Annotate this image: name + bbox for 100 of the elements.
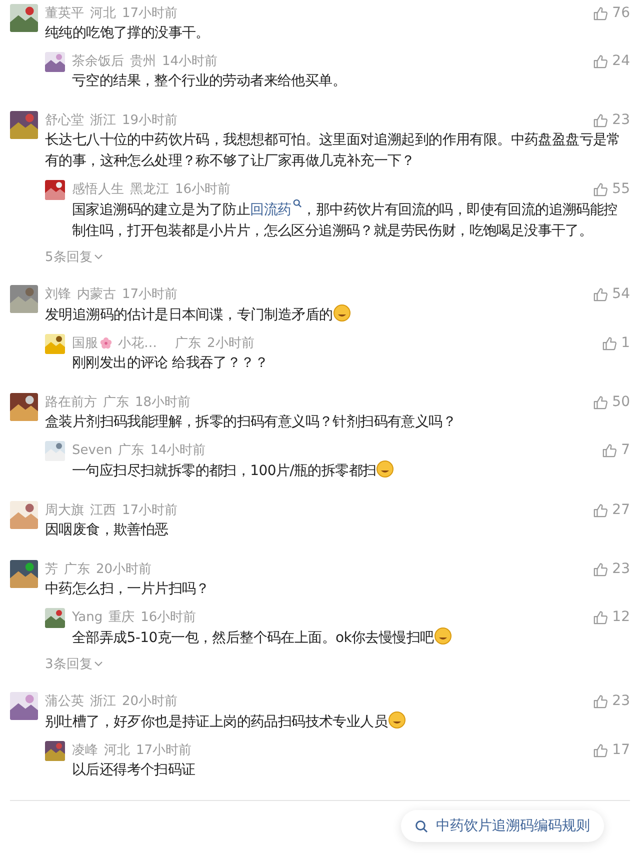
region-label: 贵州 [130, 53, 156, 70]
thumbs-up-icon [593, 182, 608, 196]
timestamp: 16小时前 [175, 181, 231, 198]
avatar [45, 441, 65, 461]
avatar [10, 692, 38, 720]
search-icon [415, 820, 428, 832]
user-name[interactable]: 董英平 [45, 4, 84, 22]
like-button[interactable]: 1 [602, 335, 630, 351]
avatar [10, 4, 38, 32]
like-button[interactable]: 23 [593, 112, 630, 128]
chevron-down-icon [94, 254, 104, 260]
like-button[interactable]: 27 [593, 502, 630, 518]
timestamp: 14小时前 [150, 442, 206, 459]
comment-text: 全部弄成5-10克一包，然后整个码在上面。ok你去慢慢扫吧 [72, 627, 452, 649]
comment-text: 中药怎么扫，一片片扫吗？ [45, 580, 210, 599]
flower-icon [100, 337, 112, 349]
region-label: 浙江 [90, 112, 116, 129]
user-name[interactable]: 蒲公英 [45, 692, 84, 710]
user-name[interactable]: 小花… [118, 334, 157, 352]
user-name[interactable]: 舒心堂 [45, 111, 84, 129]
comment-text: 纯纯的吃饱了撑的没事干。 [45, 24, 210, 43]
more-replies-link[interactable]: 3条回复 [45, 655, 104, 673]
region-label: 河北 [104, 742, 130, 759]
like-button[interactable]: 55 [593, 181, 630, 197]
thumbs-up-icon [593, 112, 608, 128]
search-suggestion[interactable]: 中药饮片追溯码编码规则 [401, 810, 604, 842]
avatar [45, 334, 65, 354]
timestamp: 19小时前 [122, 112, 178, 129]
user-name[interactable]: 国服 [72, 334, 98, 352]
like-button[interactable]: 50 [593, 394, 630, 410]
comment-text: 一句应扫尽扫就拆零的都扫，100片/瓶的拆零都扫 [72, 460, 394, 482]
comment-text: 国家追溯码的建立是为了防止回流药 ，那中药饮片有回流的吗，即使有回流的追溯码能控制住吗，打开包装都是小片片，怎么区分追溯码？就是劳民伤财，吃饱喝足没事干了。 [72, 199, 630, 242]
comment-text: 发明追溯码的估计是日本间谍，专门制造矛盾的 [45, 304, 351, 326]
user-name[interactable]: 芳 [45, 560, 58, 578]
avatar [10, 393, 38, 421]
comment-text: 长达七八十位的中药饮片码，我想想都可怕。这里面对追溯起到的作用有限。中药盘盈盘亏是常有的事，这种怎么处理？称不够了让厂家再做几克补充一下？ [45, 131, 622, 171]
timestamp: 2小时前 [207, 335, 254, 352]
timestamp: 17小时前 [122, 5, 178, 22]
user-name[interactable]: 路在前方 [45, 393, 97, 411]
like-button[interactable]: 17 [593, 742, 630, 758]
user-name[interactable]: 凌峰 [72, 741, 98, 759]
emoji-icon [434, 627, 452, 645]
like-button[interactable]: 24 [593, 53, 630, 69]
thumbs-up-icon [593, 742, 608, 758]
region-label: 内蒙古 [77, 286, 116, 303]
thumbs-up-icon [593, 286, 608, 302]
region-label: 广东 [103, 394, 129, 411]
comment-text: 盒装片剂扫码我能理解，拆零的扫码有意义吗？针剂扫码有意义吗？ [45, 413, 456, 432]
timestamp: 17小时前 [122, 286, 178, 303]
user-name[interactable]: 周大旗 [45, 501, 84, 519]
thumbs-up-icon [593, 502, 608, 518]
chevron-down-icon [94, 661, 104, 667]
avatar [10, 501, 38, 529]
user-name[interactable]: Yang [72, 610, 103, 624]
thumbs-up-icon [602, 442, 618, 458]
timestamp: 20小时前 [96, 561, 152, 578]
like-button[interactable]: 23 [593, 561, 630, 577]
timestamp: 18小时前 [135, 394, 191, 411]
search-link[interactable]: 回流药 [250, 202, 302, 218]
avatar [45, 180, 65, 200]
thumbs-up-icon [602, 336, 618, 350]
emoji-icon [388, 711, 406, 729]
timestamp: 14小时前 [162, 53, 218, 70]
thumbs-up-icon [593, 610, 608, 624]
region-label: 江西 [90, 502, 116, 519]
search-icon [293, 199, 302, 208]
region-label: 河北 [90, 5, 116, 22]
user-name[interactable]: Seven [72, 442, 112, 458]
user-name[interactable]: 茶余饭后 [72, 52, 124, 70]
emoji-icon [332, 304, 351, 322]
region-label: 广东 [118, 442, 144, 459]
user-name[interactable]: 刘锋 [45, 285, 71, 303]
avatar [45, 52, 65, 72]
timestamp: 16小时前 [140, 609, 196, 626]
region-label: 浙江 [90, 693, 116, 710]
like-button[interactable]: 54 [593, 286, 630, 302]
thumbs-up-icon [593, 6, 608, 20]
like-button[interactable]: 76 [593, 5, 630, 21]
thumbs-up-icon [593, 694, 608, 708]
comment-text: 刚刚发出的评论 给我吞了？？？ [72, 354, 268, 373]
thumbs-up-icon [593, 562, 608, 576]
comment-text: 以后还得考个扫码证 [72, 761, 196, 780]
timestamp: 20小时前 [122, 693, 178, 710]
like-button[interactable]: 23 [593, 693, 630, 709]
emoji-icon [376, 460, 394, 478]
region-label: 重庆 [108, 609, 135, 626]
like-button[interactable]: 12 [593, 609, 630, 625]
region-label: 广东 [175, 335, 201, 352]
more-replies-link[interactable]: 5条回复 [45, 248, 104, 266]
timestamp: 17小时前 [122, 502, 178, 519]
comment-text: 因咽废食，欺善怕恶 [45, 521, 168, 540]
comment-text: 别吐槽了，好歹你也是持证上岗的药品扫码技术专业人员 [45, 711, 406, 733]
avatar [10, 111, 38, 139]
avatar [45, 608, 65, 628]
avatar [45, 741, 65, 761]
thumbs-up-icon [593, 394, 608, 410]
region-label: 黑龙江 [130, 181, 169, 198]
thumbs-up-icon [593, 54, 608, 68]
like-button[interactable]: 7 [602, 442, 630, 458]
user-name[interactable]: 感悟人生 [72, 180, 124, 198]
